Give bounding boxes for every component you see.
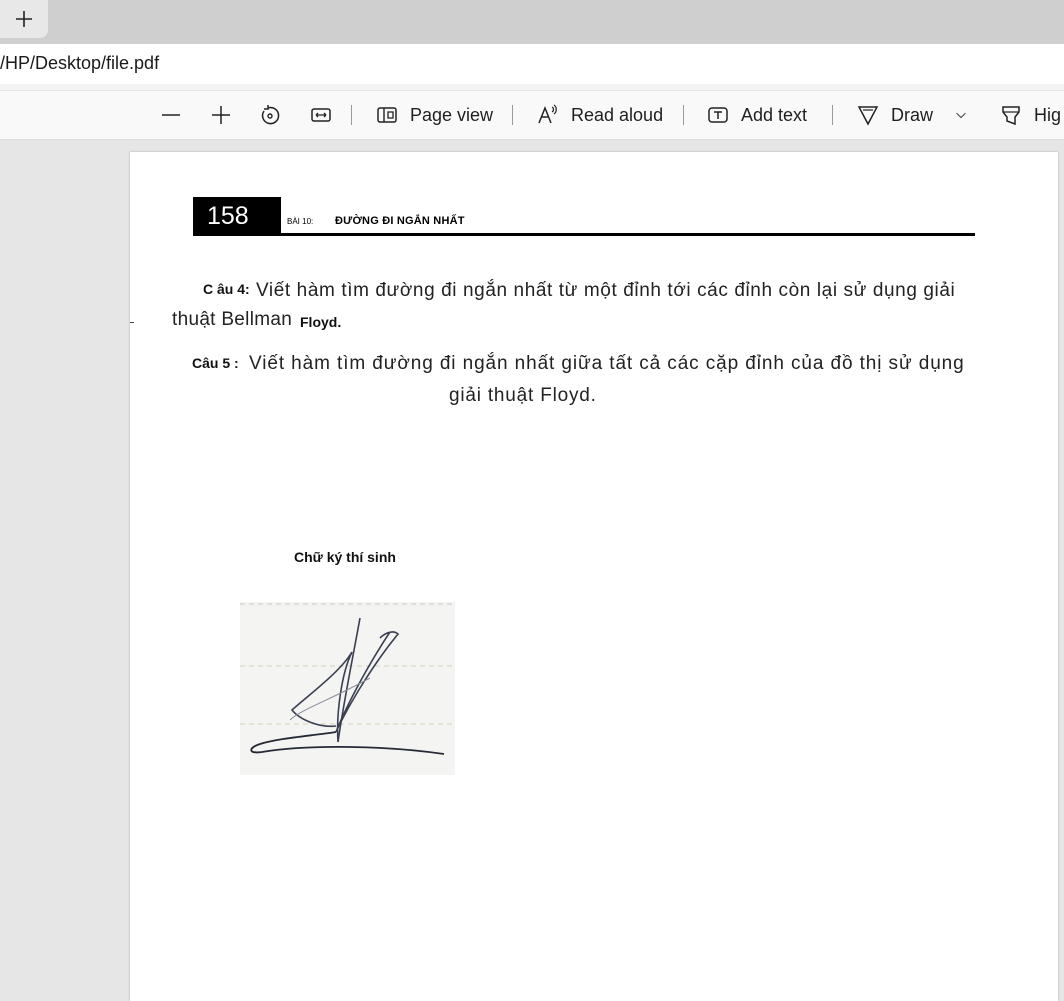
draw-options-dropdown[interactable] <box>954 91 968 139</box>
draw-pen-icon <box>857 106 879 126</box>
read-aloud-icon <box>538 104 557 124</box>
lesson-prefix: BÀI 10: <box>287 217 314 226</box>
zoom-out-button[interactable] <box>160 91 182 139</box>
chevron-down-icon <box>956 112 966 119</box>
page-number: 158 <box>193 197 281 235</box>
read-aloud-button[interactable]: Read aloud <box>537 91 663 139</box>
highlight-label: Hig <box>1034 104 1062 125</box>
add-text-label: Add text <box>741 104 808 125</box>
question-4-line-1: Viết hàm tìm đường đi ngắn nhất từ một đ… <box>256 280 956 301</box>
pdf-toolbar: Page view Read aloud Add text Draw Hig <box>0 90 1064 140</box>
question-4-label: C âu 4: <box>203 281 250 297</box>
question-5-label: Câu 5 : <box>192 355 239 371</box>
pdf-page: 158 BÀI 10: ĐƯỜNG ĐI NGẮN NHẤT C âu 4: V… <box>130 152 1058 1001</box>
page-view-label: Page view <box>410 104 494 125</box>
lesson-title: ĐƯỜNG ĐI NGẮN NHẤT <box>335 215 465 227</box>
fit-width-icon <box>311 108 331 122</box>
question-5-line-2: giải thuật Floyd. <box>449 385 597 406</box>
add-text-button[interactable]: Add text <box>707 91 807 139</box>
rotate-icon <box>261 105 280 125</box>
margin-mark <box>130 322 134 323</box>
new-tab-button[interactable] <box>0 0 48 38</box>
plus-icon <box>212 106 230 124</box>
zoom-in-button[interactable] <box>210 91 232 139</box>
page-view-button[interactable]: Page view <box>376 91 493 139</box>
rotate-button[interactable] <box>259 91 281 139</box>
signature-image <box>240 602 455 775</box>
signature-label: Chữ ký thí sinh <box>294 549 396 565</box>
question-4-line-2-suffix: Floyd. <box>300 314 342 330</box>
draw-button[interactable]: Draw <box>857 91 933 139</box>
text-box-icon <box>708 107 728 123</box>
header-rule <box>193 233 975 236</box>
address-bar[interactable]: /HP/Desktop/file.pdf <box>0 44 1064 84</box>
toolbar-divider <box>683 105 684 125</box>
plus-icon <box>16 11 32 27</box>
toolbar-divider <box>351 105 352 125</box>
question-5-line-1: Viết hàm tìm đường đi ngắn nhất giữa tất… <box>249 353 965 374</box>
page-view-icon <box>377 107 397 123</box>
minus-icon <box>162 114 180 116</box>
toolbar-divider <box>832 105 833 125</box>
fit-to-width-button[interactable] <box>310 91 332 139</box>
highlighter-icon <box>1002 106 1020 126</box>
draw-label: Draw <box>891 104 934 125</box>
tab-strip <box>0 0 1064 44</box>
highlight-button[interactable]: Hig <box>1000 91 1061 139</box>
toolbar-divider <box>512 105 513 125</box>
read-aloud-label: Read aloud <box>571 104 664 125</box>
url-text[interactable]: /HP/Desktop/file.pdf <box>0 53 159 74</box>
handwritten-signature <box>240 603 455 755</box>
question-4-line-2: thuật Bellman <box>172 309 293 330</box>
